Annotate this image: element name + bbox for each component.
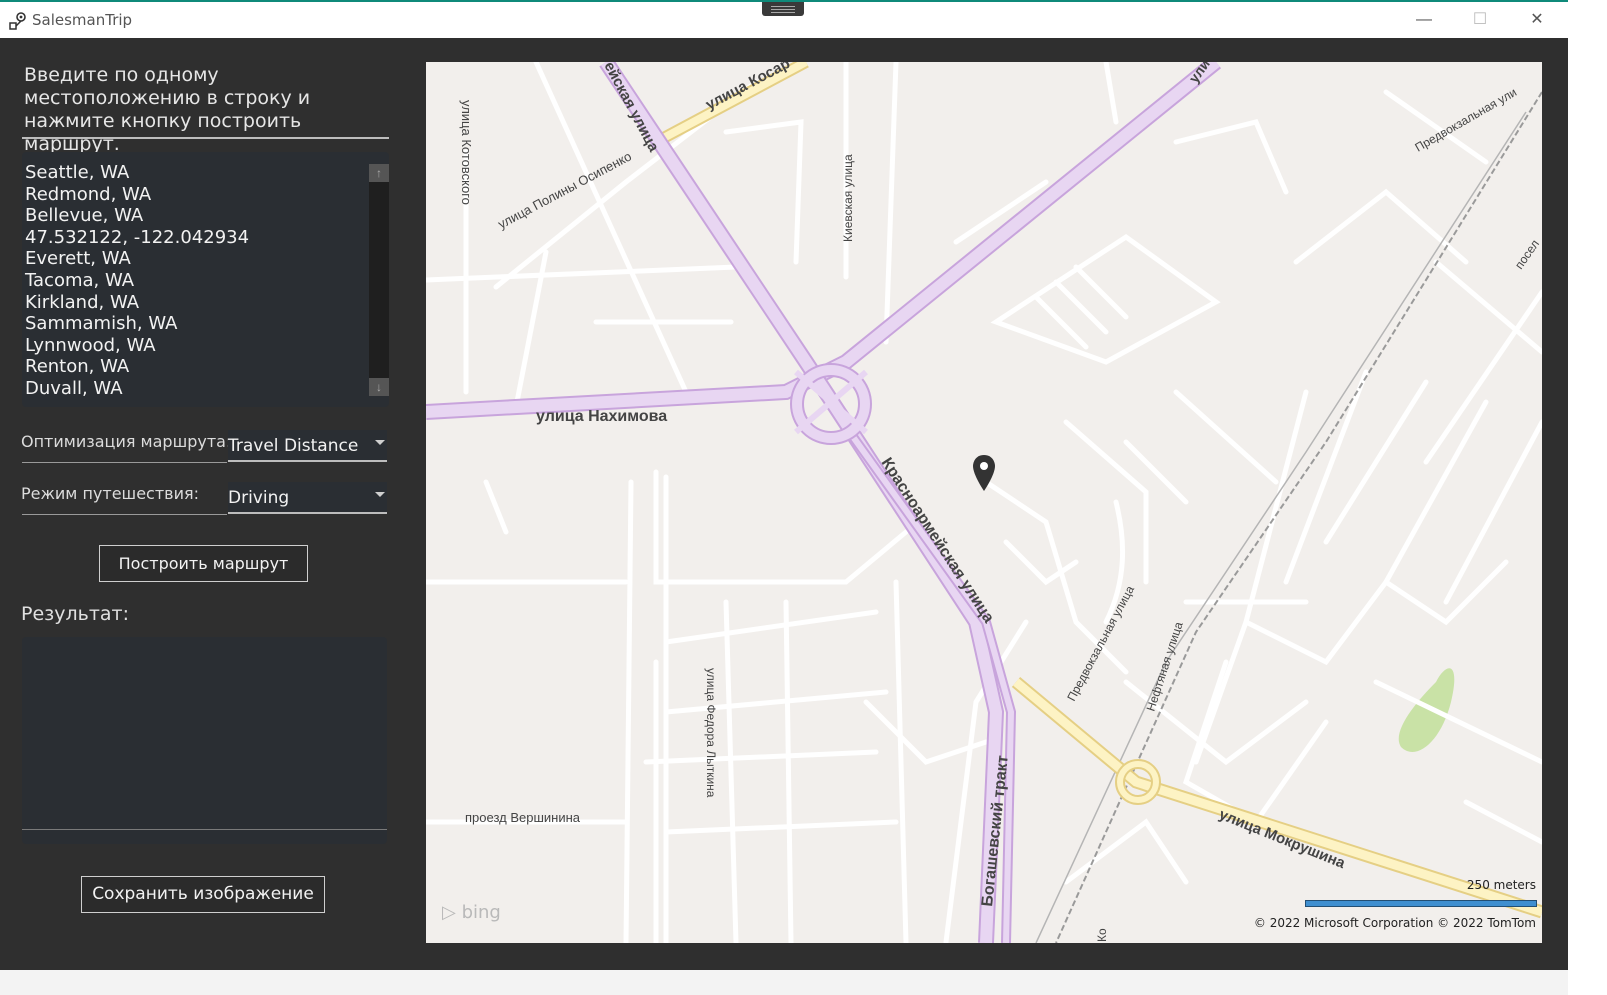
travel-mode-dropdown[interactable]: Driving [228,482,387,514]
location-line: 47.532122, -122.042934 [25,226,250,248]
location-line: Tacoma, WA [25,269,135,291]
optimization-dropdown[interactable]: Travel Distance [228,430,387,462]
close-button[interactable]: ✕ [1509,2,1565,38]
bing-logo: ▷ bing [442,902,501,923]
location-line: Lynnwood, WA [25,334,156,356]
title-bar: SalesmanTrip — ☐ ✕ [0,0,1568,38]
street-label: улица Нахимова [536,408,667,425]
scale-label: 250 meters [1466,878,1536,892]
scale-bar [1305,900,1537,907]
street-label: Киевская улица [841,154,855,242]
location-line: Redmond, WA [25,183,152,205]
location-line: Kirkland, WA [25,291,140,313]
map-view[interactable]: улица Нахимова Красноармейская улица ейс… [426,62,1542,943]
result-label: Результат: [21,603,130,625]
location-line: Duvall, WA [25,377,123,399]
travel-mode-underline [22,514,227,515]
location-line: Bellevue, WA [25,205,144,227]
app-title: SalesmanTrip [32,11,133,29]
map-canvas[interactable]: улица Нахимова Красноармейская улица ейс… [426,62,1542,943]
maximize-button[interactable]: ☐ [1452,2,1508,38]
minimize-button[interactable]: — [1396,2,1452,38]
street-label: улица Котовского [459,100,474,205]
app-icon [9,12,26,30]
location-line: Sammamish, WA [25,313,178,335]
desktop-strip-right [1568,0,1607,995]
scroll-up-icon[interactable]: ↑ [369,164,389,182]
travel-mode-label: Режим путешествия: [21,484,199,503]
bing-logo-text: bing [461,902,501,923]
divider [22,137,389,139]
map-copyright: © 2022 Microsoft Corporation © 2022 TomT… [1253,916,1536,930]
travel-mode-value: Driving [228,488,290,508]
street-label: Ко [1095,928,1109,942]
optimization-label: Оптимизация маршрута: [21,432,232,451]
chevron-down-icon [375,492,385,497]
drag-handle[interactable] [762,2,804,16]
result-textbox[interactable] [22,637,387,844]
locations-textbox[interactable]: Seattle, WA Redmond, WA Bellevue, WA 47.… [22,152,389,407]
optimization-underline [22,462,227,463]
save-image-button[interactable]: Сохранить изображение [81,876,325,913]
build-route-button[interactable]: Построить маршрут [99,545,308,582]
locations-list: Seattle, WA Redmond, WA Bellevue, WA 47.… [25,162,249,400]
location-line: Renton, WA [25,356,130,378]
desktop-strip-bottom [0,970,1568,995]
street-label: проезд Вершинина [465,810,581,825]
result-underline [22,829,387,830]
locations-scrollbar[interactable]: ↑ ↓ [369,164,389,396]
scroll-down-icon[interactable]: ↓ [369,378,389,396]
chevron-down-icon [375,440,385,445]
instruction-text: Введите по одному местоположению в строк… [24,64,311,155]
street-label: улица Федора Лыткина [704,668,718,798]
location-line: Seattle, WA [25,162,130,183]
optimization-value: Travel Distance [228,436,359,456]
location-line: Everett, WA [25,248,131,270]
